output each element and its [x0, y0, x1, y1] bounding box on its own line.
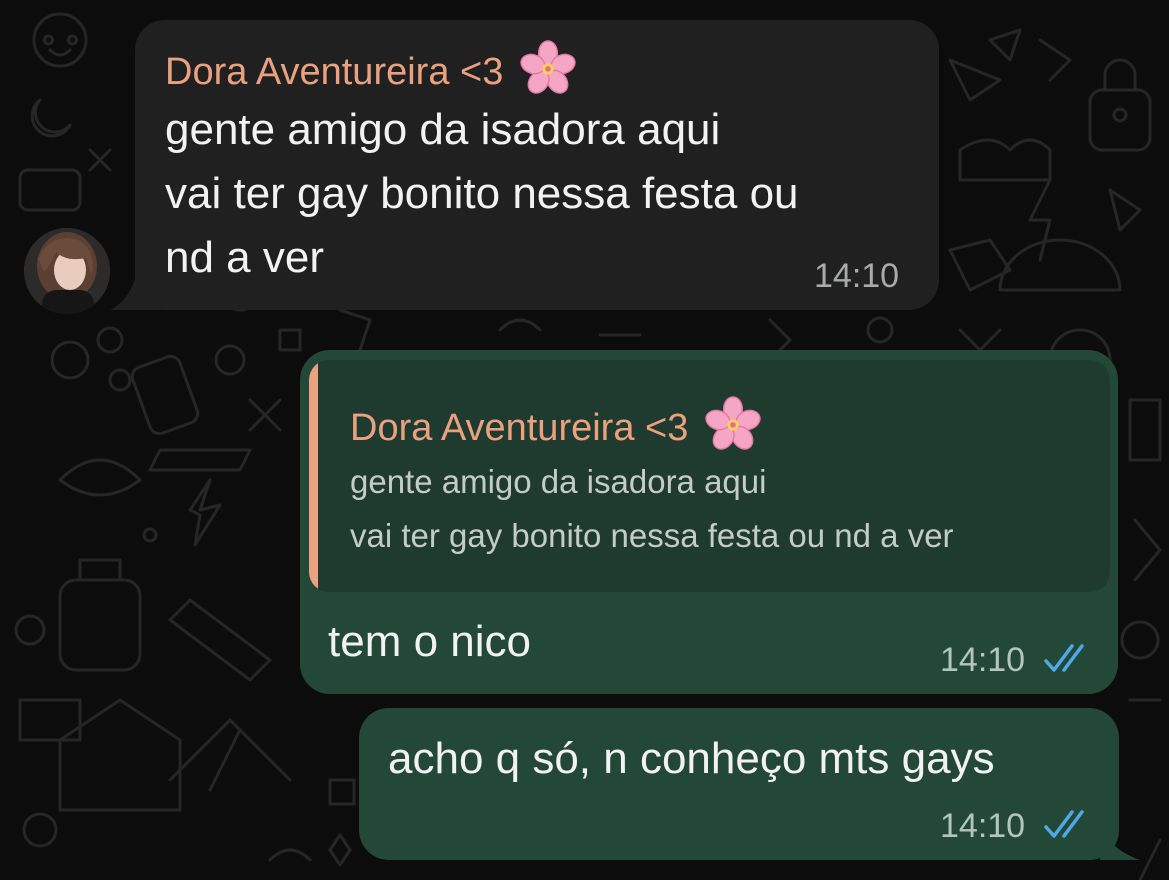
- quoted-sender-name: Dora Aventureira <3: [350, 396, 761, 452]
- incoming-message-time: 14:10: [814, 257, 900, 295]
- incoming-sender-name[interactable]: Dora Aventureira <3: [165, 40, 576, 96]
- read-receipt-icon: [1044, 810, 1084, 838]
- quote-accent-bar: [309, 360, 318, 592]
- quoted-sender-text: Dora Aventureira <3: [350, 407, 689, 449]
- quoted-message-line: gente amigo da isadora aqui: [350, 463, 767, 500]
- reply-message-text: tem o nico: [328, 617, 531, 666]
- sender-name-text: Dora Aventureira <3: [165, 51, 504, 93]
- contact-avatar[interactable]: [24, 228, 110, 314]
- cherry-blossom-icon: [705, 396, 761, 450]
- cherry-blossom-icon: [520, 40, 576, 94]
- incoming-message-line: vai ter gay bonito nessa festa ou: [165, 169, 799, 218]
- outgoing-message-time: 14:10: [940, 807, 1026, 845]
- reply-message-time: 14:10: [940, 641, 1026, 679]
- incoming-message-line: gente amigo da isadora aqui: [165, 105, 721, 154]
- quoted-message-line: vai ter gay bonito nessa festa ou nd a v…: [350, 517, 954, 554]
- outgoing-message-text: acho q só, n conheço mts gays: [388, 734, 995, 783]
- read-receipt-icon: [1044, 644, 1084, 672]
- incoming-message-line: nd a ver: [165, 233, 324, 282]
